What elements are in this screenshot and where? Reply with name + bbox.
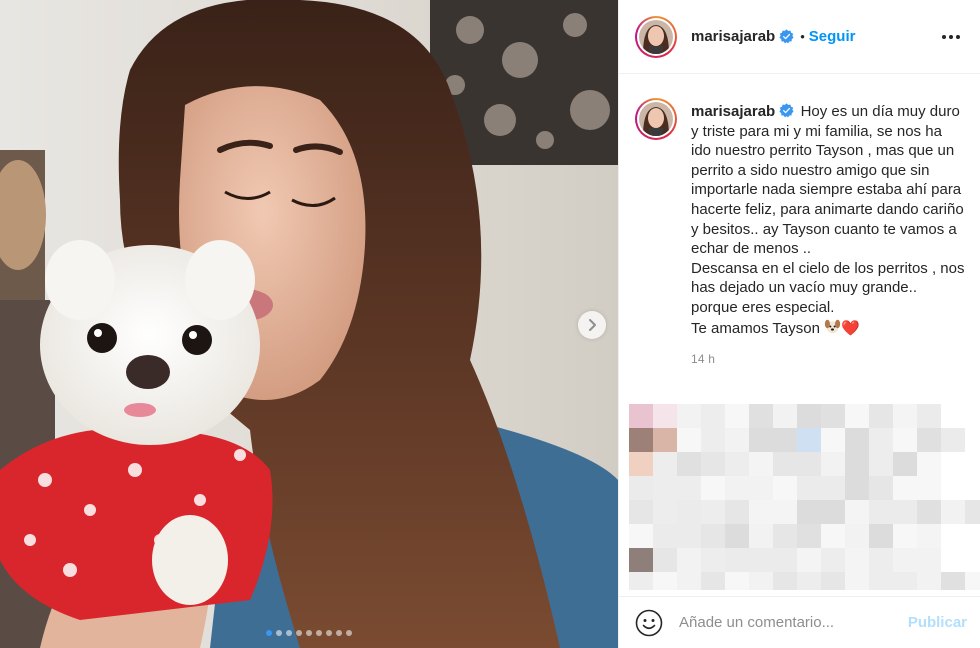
comment-input[interactable] <box>679 614 889 631</box>
publish-button[interactable]: Publicar <box>908 614 967 631</box>
verified-badge-icon <box>779 103 794 118</box>
post-image <box>0 0 618 648</box>
red-heart-emoji: ❤️ <box>841 319 860 337</box>
comment-form: Publicar <box>619 596 980 648</box>
next-slide-button[interactable] <box>578 311 606 339</box>
carousel-dot <box>266 630 272 636</box>
post-caption: marisajarab Hoy es un día muy duro y tri… <box>619 88 980 366</box>
post-photo[interactable] <box>0 0 618 648</box>
carousel-dot <box>336 630 342 636</box>
post-header: marisajarab • Seguir <box>619 0 980 74</box>
more-options-button[interactable] <box>938 31 964 43</box>
carousel-dot <box>276 630 282 636</box>
dog-face-emoji <box>824 319 841 333</box>
caption-username[interactable]: marisajarab <box>691 103 775 120</box>
carousel-dot <box>286 630 292 636</box>
caption-body-text: Hoy es un día muy duro y triste para mi … <box>691 103 965 337</box>
carousel-dot <box>296 630 302 636</box>
follow-button[interactable]: Seguir <box>809 28 856 45</box>
pixelated-comments-image <box>629 404 980 590</box>
separator-dot: • <box>800 29 805 44</box>
verified-badge-icon <box>779 29 794 44</box>
avatar[interactable] <box>635 15 677 58</box>
carousel-dot <box>346 630 352 636</box>
carousel-dot <box>316 630 322 636</box>
post-author-username[interactable]: marisajarab <box>691 28 775 45</box>
carousel-indicator <box>0 630 618 638</box>
carousel-dot <box>326 630 332 636</box>
carousel-dot <box>306 630 312 636</box>
profile-picture <box>639 19 673 54</box>
post-sidebar: marisajarab • Seguir marisajarab Hoy es … <box>618 0 980 648</box>
chevron-right-icon <box>589 319 596 331</box>
emoji-picker-button[interactable] <box>635 609 663 637</box>
smiley-icon <box>635 609 663 636</box>
profile-picture <box>639 102 673 136</box>
blurred-comments <box>619 404 980 590</box>
caption-avatar[interactable] <box>635 98 677 140</box>
more-horizontal-icon <box>942 34 946 39</box>
post-timestamp[interactable]: 14 h <box>691 352 965 366</box>
caption-text: marisajarab Hoy es un día muy duro y tri… <box>691 102 965 338</box>
